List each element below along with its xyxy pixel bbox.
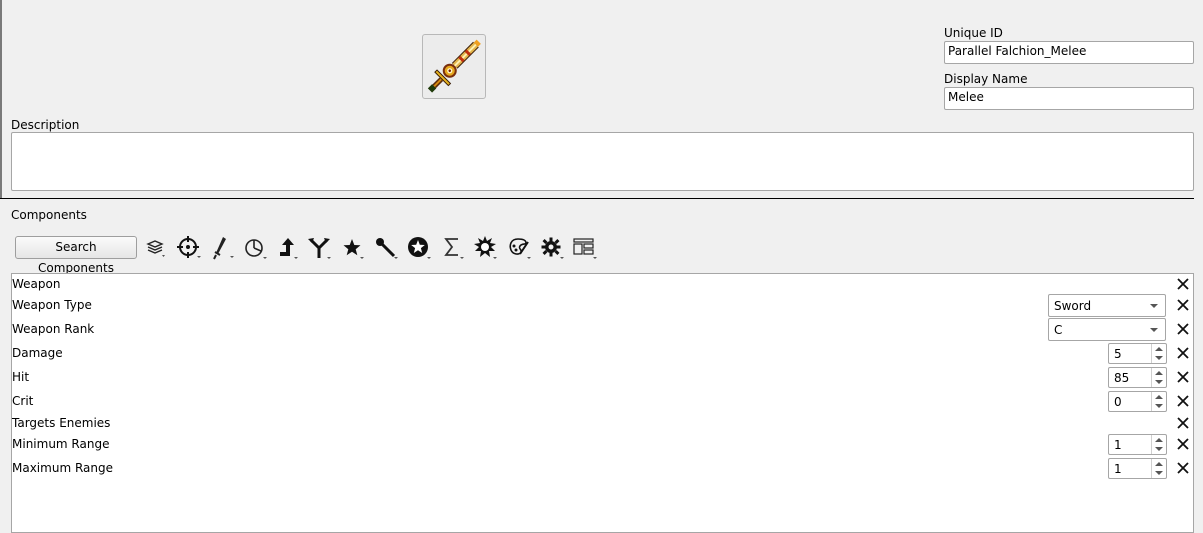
remove-crit-close-icon[interactable] xyxy=(1176,394,1190,408)
component-label-targets-enemies: Targets Enemies xyxy=(12,416,111,430)
spin-down-icon[interactable] xyxy=(1155,356,1163,360)
remove-weapon-rank-close-icon[interactable] xyxy=(1176,322,1190,336)
palette-icon[interactable] xyxy=(506,234,534,262)
maximum-range-spinbox[interactable]: 1 xyxy=(1108,458,1167,479)
unique-id-field[interactable]: Parallel Falchion_Melee xyxy=(944,41,1194,64)
remove-minimum-range-close-icon[interactable] xyxy=(1176,437,1190,451)
component-label-hit: Hit xyxy=(12,370,30,384)
burst-icon[interactable] xyxy=(471,234,499,262)
spin-up-icon[interactable] xyxy=(1155,347,1163,351)
spin-up-icon[interactable] xyxy=(1155,395,1163,399)
crosshair-icon[interactable] xyxy=(175,234,203,262)
spin-up-icon[interactable] xyxy=(1155,462,1163,466)
spin-buttons[interactable] xyxy=(1151,368,1166,387)
spin-buttons[interactable] xyxy=(1151,459,1166,478)
spin-buttons[interactable] xyxy=(1151,392,1166,411)
damage-value: 5 xyxy=(1114,347,1122,361)
remove-targets-enemies-close-icon[interactable] xyxy=(1176,416,1190,430)
section-divider xyxy=(0,198,1194,199)
component-label-minimum-range: Minimum Range xyxy=(12,437,110,451)
remove-weapon-close-icon[interactable] xyxy=(1176,277,1190,291)
chevron-down-icon xyxy=(1150,328,1158,332)
components-label: Components xyxy=(11,208,87,222)
layout-icon[interactable] xyxy=(572,234,600,262)
remove-hit-close-icon[interactable] xyxy=(1176,370,1190,384)
arrow-up-icon[interactable] xyxy=(273,234,301,262)
wand-icon[interactable] xyxy=(372,234,400,262)
remove-damage-close-icon[interactable] xyxy=(1176,346,1190,360)
spin-down-icon[interactable] xyxy=(1155,471,1163,475)
components-list xyxy=(11,273,1194,533)
component-label-weapon: Weapon xyxy=(12,277,61,291)
component-label-crit: Crit xyxy=(12,394,34,408)
minimum-range-value: 1 xyxy=(1114,438,1122,452)
spin-down-icon[interactable] xyxy=(1155,447,1163,451)
weapon-type-value: Sword xyxy=(1054,299,1092,313)
spin-down-icon[interactable] xyxy=(1155,380,1163,384)
component-label-weapon-rank: Weapon Rank xyxy=(12,322,95,336)
spin-up-icon[interactable] xyxy=(1155,438,1163,442)
remove-maximum-range-close-icon[interactable] xyxy=(1176,461,1190,475)
description-label: Description xyxy=(11,118,80,132)
window-left-edge xyxy=(0,0,2,198)
layers-icon[interactable] xyxy=(144,234,172,262)
spin-buttons[interactable] xyxy=(1151,344,1166,363)
search-components-button[interactable]: Search Components xyxy=(15,236,137,275)
crit-value: 0 xyxy=(1114,395,1122,409)
star-badge-icon[interactable] xyxy=(405,234,433,262)
spin-buttons[interactable] xyxy=(1151,435,1166,454)
hit-spinbox[interactable]: 85 xyxy=(1108,367,1167,388)
sword-icon[interactable] xyxy=(208,234,236,262)
crit-spinbox[interactable]: 0 xyxy=(1108,391,1167,412)
hit-value: 85 xyxy=(1114,371,1130,385)
description-field[interactable] xyxy=(11,132,1194,191)
weapon-type-select[interactable]: Sword xyxy=(1048,294,1166,317)
star-icon[interactable] xyxy=(339,234,367,262)
spin-up-icon[interactable] xyxy=(1155,371,1163,375)
display-name-label: Display Name xyxy=(944,72,1028,86)
item-icon-button[interactable] xyxy=(422,34,486,99)
component-label-weapon-type: Weapon Type xyxy=(12,298,92,312)
component-label-damage: Damage xyxy=(12,346,63,360)
unique-id-label: Unique ID xyxy=(944,26,1003,40)
chevron-down-icon xyxy=(1150,304,1158,308)
remove-weapon-type-close-icon[interactable] xyxy=(1176,298,1190,312)
display-name-field[interactable]: Melee xyxy=(944,87,1194,110)
damage-spinbox[interactable]: 5 xyxy=(1108,343,1167,364)
minimum-range-spinbox[interactable]: 1 xyxy=(1108,434,1167,455)
pie-clock-icon[interactable] xyxy=(241,234,269,262)
weapon-rank-select[interactable]: C xyxy=(1048,318,1166,341)
sigma-icon[interactable] xyxy=(440,234,468,262)
weapon-rank-value: C xyxy=(1054,323,1063,337)
maximum-range-value: 1 xyxy=(1114,462,1122,476)
spin-down-icon[interactable] xyxy=(1155,404,1163,408)
sword-sprite-icon xyxy=(427,39,481,93)
branch-icon[interactable] xyxy=(305,234,333,262)
gear-icon[interactable] xyxy=(539,234,567,262)
component-label-maximum-range: Maximum Range xyxy=(12,461,113,475)
